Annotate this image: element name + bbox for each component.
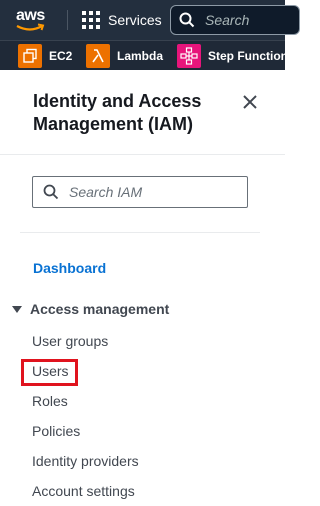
favorite-label: EC2 <box>49 49 73 63</box>
favorite-ec2[interactable]: EC2 <box>18 44 72 68</box>
nav-item-identity-providers[interactable]: Identity providers <box>32 453 139 469</box>
iam-search-input[interactable]: Search IAM <box>32 176 248 208</box>
favorites-bar: EC2 Lambda Step Functions <box>0 40 295 70</box>
caret-down-icon <box>12 305 22 313</box>
services-grid-icon <box>82 11 100 29</box>
aws-logo[interactable]: aws <box>14 5 50 35</box>
lambda-icon <box>86 44 110 68</box>
favorite-label: Step Functions <box>208 49 295 63</box>
panel-header-divider <box>0 154 285 155</box>
nav-item-policies[interactable]: Policies <box>32 423 80 439</box>
nav-divider <box>67 10 68 30</box>
section-label: Access management <box>30 301 170 317</box>
nav-item-users[interactable]: Users <box>32 363 69 379</box>
nav-item-account-settings[interactable]: Account settings <box>32 483 135 499</box>
search-icon <box>43 184 59 200</box>
ec2-icon <box>18 44 42 68</box>
favorite-step-functions[interactable]: Step Functions <box>177 44 295 68</box>
services-label: Services <box>108 12 162 28</box>
step-functions-icon <box>177 44 201 68</box>
nav-dashboard-link[interactable]: Dashboard <box>33 260 106 276</box>
close-icon <box>243 95 257 109</box>
nav-item-user-groups[interactable]: User groups <box>32 333 108 349</box>
iam-search-placeholder: Search IAM <box>69 184 143 200</box>
global-search-input[interactable]: Search <box>170 5 300 35</box>
search-divider <box>20 232 260 233</box>
close-panel-button[interactable] <box>240 92 260 112</box>
search-icon <box>179 12 195 28</box>
nav-item-roles[interactable]: Roles <box>32 393 68 409</box>
aws-smile-icon <box>16 23 45 31</box>
top-navigation-bar: aws Services Search <box>0 0 300 40</box>
favorite-lambda[interactable]: Lambda <box>86 44 163 68</box>
services-menu-button[interactable]: Services <box>82 8 162 32</box>
favorite-label: Lambda <box>117 49 164 63</box>
global-search-placeholder: Search <box>205 12 250 28</box>
access-management-section-toggle[interactable]: Access management <box>12 301 169 317</box>
panel-title: Identity and Access Management (IAM) <box>33 91 202 134</box>
